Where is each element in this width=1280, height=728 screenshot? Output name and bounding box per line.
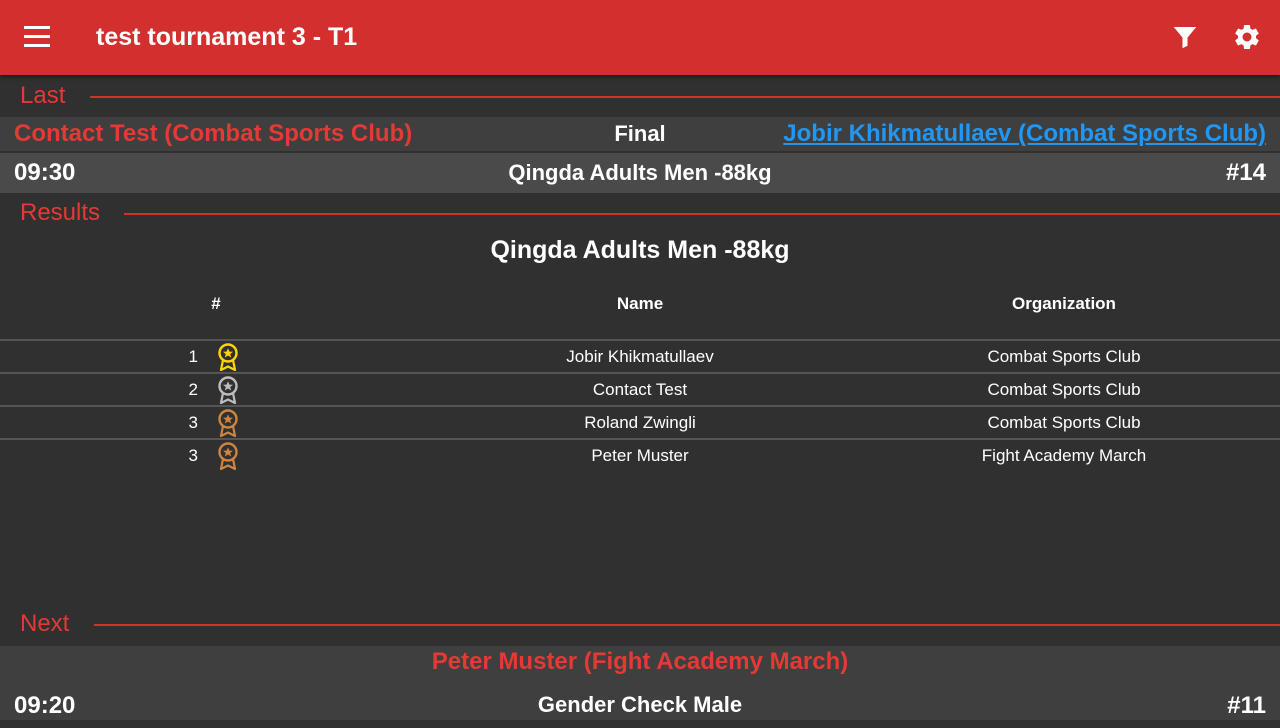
results-label: Results	[20, 199, 101, 226]
filter-icon[interactable]	[1170, 22, 1200, 52]
column-header-organization: Organization	[1012, 294, 1116, 313]
next-label: Next	[20, 610, 70, 637]
table-row: 3 Peter Muster Fight Academy March	[0, 440, 1280, 473]
next-fight-number: #11	[1227, 692, 1266, 719]
table-row: 2 Contact Test Combat Sports Club	[0, 374, 1280, 407]
name-cell: Roland Zwingli	[584, 413, 696, 432]
last-divider	[90, 96, 1280, 98]
app-title: test tournament 3 - T1	[96, 23, 358, 51]
table-row: 1 Jobir Khikmatullaev Combat Sports Club	[0, 341, 1280, 374]
organization-cell: Fight Academy March	[981, 446, 1147, 465]
bronze-medal-icon	[216, 442, 240, 471]
organization-cell: Combat Sports Club	[987, 413, 1141, 432]
results-section-header: Results	[0, 197, 1280, 229]
silver-medal-icon	[216, 376, 240, 405]
next-match-competitors: Peter Muster (Fight Academy March)	[0, 646, 1280, 684]
next-match-info: 09:20 Gender Check Male #11	[0, 684, 1280, 720]
rank-cell: 3	[188, 446, 198, 465]
last-label: Last	[20, 82, 66, 109]
rank-cell: 2	[188, 380, 198, 399]
results-divider	[124, 213, 1280, 215]
column-header-name: Name	[616, 294, 664, 313]
next-red-competitor: Peter Muster (Fight Academy March)	[431, 648, 849, 675]
rank-cell: 1	[188, 347, 198, 366]
next-divider	[94, 624, 1280, 626]
name-cell: Peter Muster	[591, 446, 689, 465]
table-row: 3 Roland Zwingli Combat Sports Club	[0, 407, 1280, 440]
rank-cell: 3	[188, 413, 198, 432]
app-bar: test tournament 3 - T1	[0, 0, 1280, 75]
last-match-info: 09:30 Qingda Adults Men -88kg #14	[0, 153, 1280, 193]
last-match-competitors: Contact Test (Combat Sports Club) Final …	[0, 117, 1280, 151]
last-blue-competitor-link[interactable]: Jobir Khikmatullaev (Combat Sports Club)	[783, 117, 1266, 151]
gold-medal-icon	[216, 343, 240, 372]
column-header-rank: #	[211, 294, 221, 313]
last-fight-number: #14	[1225, 159, 1266, 186]
menu-icon[interactable]	[24, 26, 50, 48]
next-section-header: Next	[0, 608, 1280, 640]
name-cell: Contact Test	[592, 380, 688, 399]
settings-icon[interactable]	[1232, 22, 1262, 52]
organization-cell: Combat Sports Club	[987, 347, 1141, 366]
bronze-medal-icon	[216, 409, 240, 438]
organization-cell: Combat Sports Club	[987, 380, 1141, 399]
last-category: Qingda Adults Men -88kg	[508, 160, 772, 185]
results-category-title: Qingda Adults Men -88kg	[490, 236, 790, 264]
last-section-header: Last	[0, 80, 1280, 112]
name-cell: Jobir Khikmatullaev	[566, 347, 714, 366]
